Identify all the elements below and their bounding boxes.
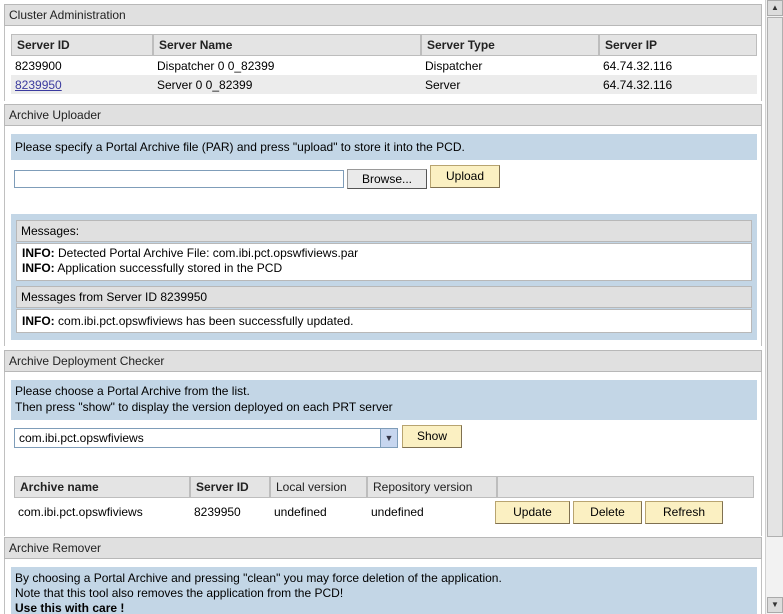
uploader-instruction: Please specify a Portal Archive file (PA… <box>11 134 757 160</box>
show-button[interactable]: Show <box>402 425 462 448</box>
remover-instruction: By choosing a Portal Archive and pressin… <box>11 567 757 614</box>
scroll-down-icon[interactable]: ▼ <box>767 597 783 613</box>
server-ip-cell: 64.74.32.116 <box>603 77 673 92</box>
cluster-table-header: Server ID Server Name Server Type Server… <box>11 34 757 56</box>
col-server-id: Server ID <box>11 34 153 56</box>
messages-title: Messages: <box>16 220 752 242</box>
archive-name-cell: com.ibi.pct.opswfiviews <box>18 505 143 519</box>
server-id-cell: 8239950 <box>194 505 241 519</box>
col-actions <box>497 476 754 498</box>
deployment-table: Archive name Server ID Local version Rep… <box>14 476 754 526</box>
col-server-type: Server Type <box>421 34 599 56</box>
message-line: INFO: Application successfully stored in… <box>22 261 283 275</box>
table-row: 8239900 Dispatcher 0 0_82399 Dispatcher … <box>11 56 757 75</box>
server-id-link[interactable]: 8239950 <box>11 75 153 94</box>
portal-admin-page: Cluster Administration Server ID Server … <box>0 0 765 614</box>
archive-uploader-header: Archive Uploader <box>4 104 762 126</box>
server-type-cell: Dispatcher <box>425 58 483 73</box>
message-line: INFO: Detected Portal Archive File: com.… <box>22 246 359 260</box>
server-id-cell: 8239900 <box>15 58 62 73</box>
server-type-cell: Server <box>425 77 461 92</box>
col-local-version: Local version <box>270 476 367 498</box>
cluster-admin-body: Server ID Server Name Server Type Server… <box>4 26 762 101</box>
server-ip-cell: 64.74.32.116 <box>603 58 673 73</box>
refresh-button[interactable]: Refresh <box>645 501 723 524</box>
col-repository-version: Repository version <box>367 476 497 498</box>
archive-uploader-body: Please specify a Portal Archive file (PA… <box>4 126 762 346</box>
checker-instruction-line2: Then press "show" to display the version… <box>15 400 393 414</box>
messages-box: INFO: Detected Portal Archive File: com.… <box>16 243 752 281</box>
cluster-admin-header: Cluster Administration <box>4 4 762 26</box>
browse-button[interactable]: Browse... <box>347 169 427 189</box>
message-line: INFO: com.ibi.pct.opswfiviews has been s… <box>22 314 354 328</box>
scroll-up-icon[interactable]: ▲ <box>767 0 783 16</box>
col-archive-name: Archive name <box>14 476 190 498</box>
col-server-name: Server Name <box>153 34 421 56</box>
local-version-cell: undefined <box>274 505 327 519</box>
remover-line1: By choosing a Portal Archive and pressin… <box>15 571 502 585</box>
deployment-table-header: Archive name Server ID Local version Rep… <box>14 476 754 498</box>
server-name-cell: Server 0 0_82399 <box>157 77 253 92</box>
archive-select[interactable]: com.ibi.pct.opswfiviews ▼ <box>14 428 398 448</box>
scrollbar-thumb[interactable] <box>767 17 783 537</box>
table-row: 8239950 Server 0 0_82399 Server 64.74.32… <box>11 75 757 94</box>
server-name-cell: Dispatcher 0 0_82399 <box>157 58 275 73</box>
par-file-input[interactable] <box>14 170 344 188</box>
upload-button[interactable]: Upload <box>430 165 500 188</box>
delete-button[interactable]: Delete <box>573 501 642 524</box>
vertical-scrollbar[interactable]: ▲ ▼ <box>765 0 783 614</box>
update-button[interactable]: Update <box>495 501 570 524</box>
repository-version-cell: undefined <box>371 505 424 519</box>
remover-warning: Use this with care ! <box>15 601 125 614</box>
archive-remover-header: Archive Remover <box>4 537 762 559</box>
deployment-checker-header: Archive Deployment Checker <box>4 350 762 372</box>
deployment-checker-body: Please choose a Portal Archive from the … <box>4 372 762 536</box>
server-messages-box: INFO: com.ibi.pct.opswfiviews has been s… <box>16 309 752 333</box>
col-server-ip: Server IP <box>599 34 757 56</box>
archive-select-value: com.ibi.pct.opswfiviews <box>19 431 144 445</box>
messages-panel: Messages: INFO: Detected Portal Archive … <box>11 214 757 340</box>
chevron-down-icon[interactable]: ▼ <box>380 429 397 447</box>
col-server-id: Server ID <box>190 476 270 498</box>
server-id-link-text[interactable]: 8239950 <box>15 78 62 92</box>
checker-instruction: Please choose a Portal Archive from the … <box>11 380 757 420</box>
cluster-table: Server ID Server Name Server Type Server… <box>11 34 757 94</box>
remover-line2: Note that this tool also removes the app… <box>15 586 344 600</box>
table-row: com.ibi.pct.opswfiviews 8239950 undefine… <box>14 498 754 526</box>
checker-instruction-line1: Please choose a Portal Archive from the … <box>15 384 250 398</box>
server-messages-title: Messages from Server ID 8239950 <box>16 286 752 308</box>
archive-remover-body: By choosing a Portal Archive and pressin… <box>4 559 762 614</box>
